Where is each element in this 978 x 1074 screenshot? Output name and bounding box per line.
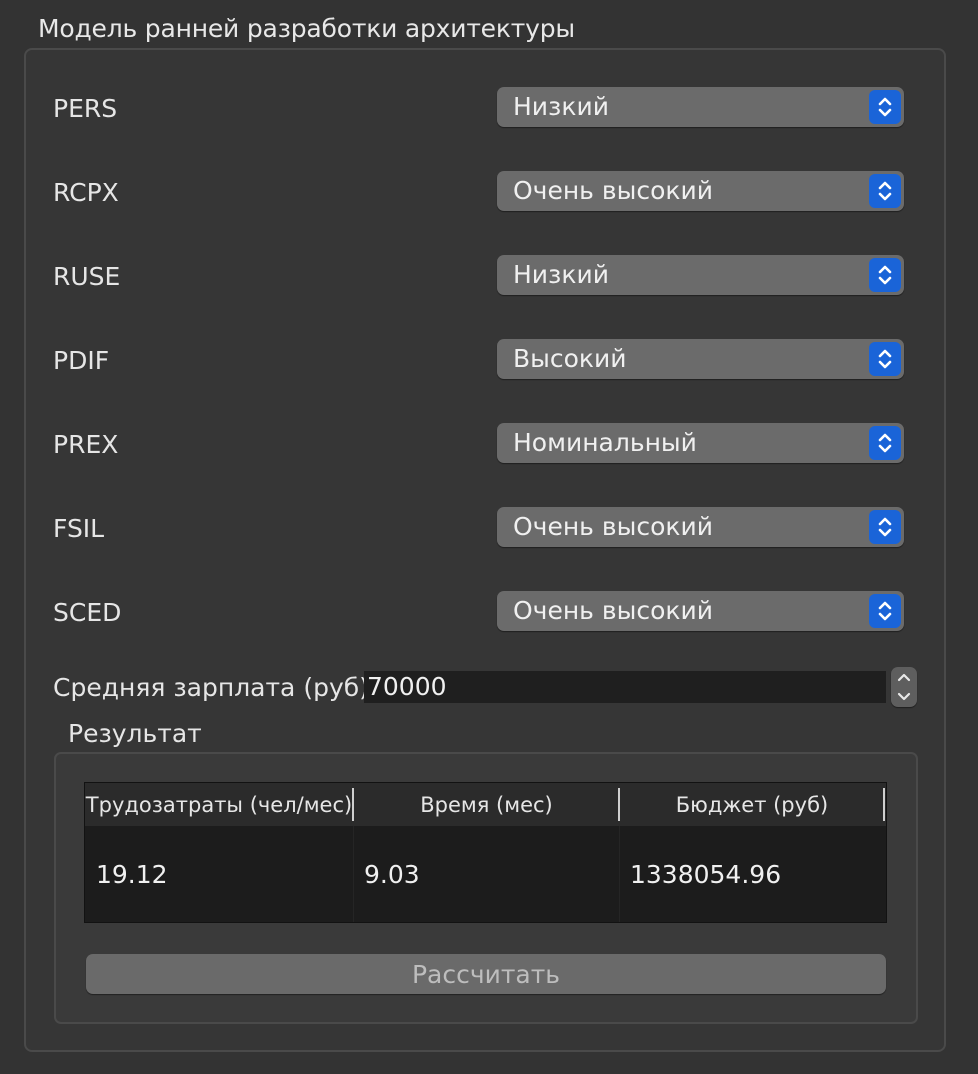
salary-input[interactable]: 70000 [364, 671, 886, 703]
rcpx-combobox[interactable]: Очень высокий [497, 171, 904, 211]
header-divider [883, 788, 885, 821]
column-header-effort[interactable]: Трудозатраты (чел/мес) [85, 783, 353, 826]
table-cell-budget[interactable]: 1338054.96 [619, 826, 885, 922]
chevron-up-down-icon[interactable] [869, 594, 901, 628]
combobox-value: Низкий [513, 260, 609, 289]
group-title: Модель ранней разработки архитектуры [38, 14, 575, 43]
table-header: Трудозатраты (чел/мес) Время (мес) Бюдже… [85, 783, 886, 826]
param-row-sced: SCED Очень высокий [0, 591, 978, 633]
chevron-down-icon[interactable] [891, 687, 917, 707]
param-row-rcpx: RCPX Очень высокий [0, 171, 978, 213]
sced-combobox[interactable]: Очень высокий [497, 591, 904, 631]
chevron-up-down-icon[interactable] [869, 258, 901, 292]
salary-spinner[interactable] [891, 667, 917, 707]
param-row-ruse: RUSE Низкий [0, 255, 978, 297]
combobox-value: Низкий [513, 92, 609, 121]
chevron-up-down-icon[interactable] [869, 510, 901, 544]
chevron-up-down-icon[interactable] [869, 174, 901, 208]
table-cell-effort[interactable]: 19.12 [85, 826, 353, 922]
calculate-button[interactable]: Рассчитать [86, 954, 886, 994]
ruse-combobox[interactable]: Низкий [497, 255, 904, 295]
combobox-value: Высокий [513, 344, 627, 373]
param-label: SCED [53, 598, 122, 627]
fsil-combobox[interactable]: Очень высокий [497, 507, 904, 547]
app-window: Модель ранней разработки архитектуры PER… [0, 0, 978, 1074]
param-label: FSIL [53, 514, 105, 543]
table-cell-time[interactable]: 9.03 [353, 826, 619, 922]
param-row-prex: PREX Номинальный [0, 423, 978, 465]
param-label: RUSE [53, 262, 121, 291]
param-label: RCPX [53, 178, 119, 207]
result-title: Результат [68, 719, 202, 748]
param-label: PDIF [53, 346, 110, 375]
param-label: PREX [53, 430, 119, 459]
pdif-combobox[interactable]: Высокий [497, 339, 904, 379]
column-header-time[interactable]: Время (мес) [354, 783, 619, 826]
param-row-pers: PERS Низкий [0, 87, 978, 129]
result-table: Трудозатраты (чел/мес) Время (мес) Бюдже… [84, 782, 887, 923]
combobox-value: Очень высокий [513, 512, 713, 541]
param-row-fsil: FSIL Очень высокий [0, 507, 978, 549]
chevron-up-down-icon[interactable] [869, 90, 901, 124]
pers-combobox[interactable]: Низкий [497, 87, 904, 127]
column-header-budget[interactable]: Бюджет (руб) [620, 783, 884, 826]
chevron-up-down-icon[interactable] [869, 426, 901, 460]
combobox-value: Номинальный [513, 428, 697, 457]
chevron-up-down-icon[interactable] [869, 342, 901, 376]
param-label: PERS [53, 94, 118, 123]
combobox-value: Очень высокий [513, 596, 713, 625]
prex-combobox[interactable]: Номинальный [497, 423, 904, 463]
salary-label: Средняя зарплата (руб) [53, 673, 369, 702]
combobox-value: Очень высокий [513, 176, 713, 205]
param-row-pdif: PDIF Высокий [0, 339, 978, 381]
chevron-up-icon[interactable] [891, 667, 917, 687]
salary-value: 70000 [367, 672, 447, 701]
